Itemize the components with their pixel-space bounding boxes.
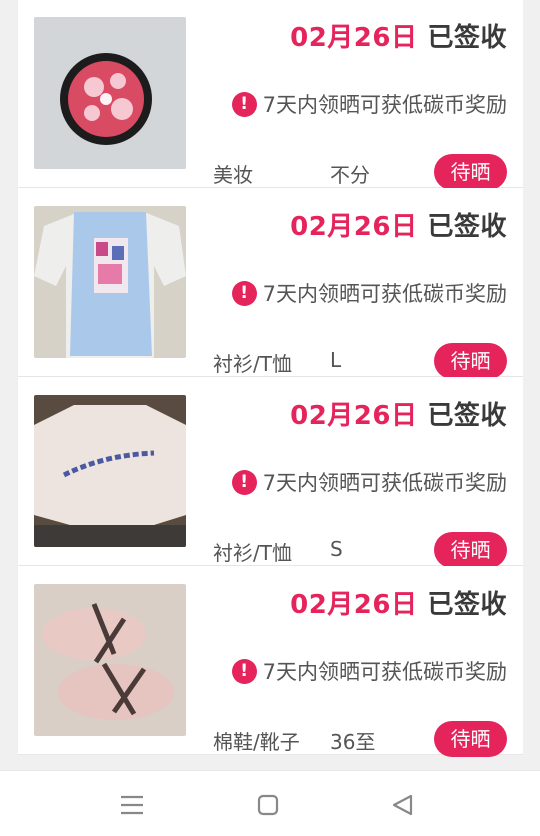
back-triangle-icon[interactable] — [389, 791, 417, 819]
order-date-line: 02月26日 已签收 — [290, 584, 507, 621]
share-pending-button[interactable]: 待晒 — [434, 532, 507, 568]
order-card[interactable]: 02月26日 已签收 ! 7天内领晒可获低碳币奖励 棉鞋/靴子 36至 待晒 — [18, 566, 523, 757]
promo-line: ! 7天内领晒可获低碳币奖励 — [231, 278, 507, 308]
order-date: 02月26日 — [290, 23, 418, 53]
order-status: 已签收 — [427, 590, 507, 620]
order-status: 已签收 — [427, 23, 507, 53]
promo-line: ! 7天内领晒可获低碳币奖励 — [231, 89, 507, 119]
promo-line: ! 7天内领晒可获低碳币奖励 — [231, 656, 507, 686]
product-category: 美妆 — [213, 163, 253, 187]
order-card[interactable]: 02月26日 已签收 ! 7天内领晒可获低碳币奖励 衬衫/T恤 S 待晒 — [18, 377, 523, 568]
product-category: 棉鞋/靴子 — [213, 730, 300, 754]
order-date: 02月26日 — [290, 590, 418, 620]
share-pending-button[interactable]: 待晒 — [434, 154, 507, 190]
promo-text: 7天内领晒可获低碳币奖励 — [262, 282, 507, 306]
order-card[interactable]: 02月26日 已签收 ! 7天内领晒可获低碳币奖励 美妆 不分 待晒 — [18, 0, 523, 190]
order-date-line: 02月26日 已签收 — [290, 17, 507, 54]
warning-icon: ! — [231, 469, 257, 495]
product-size: L — [330, 348, 342, 372]
product-category: 衬衫/T恤 — [213, 541, 292, 565]
order-date: 02月26日 — [290, 401, 418, 431]
order-date: 02月26日 — [290, 212, 418, 242]
product-category: 衬衫/T恤 — [213, 352, 292, 376]
promo-text: 7天内领晒可获低碳币奖励 — [262, 471, 507, 495]
product-thumbnail-white-tshirt[interactable] — [34, 395, 186, 547]
system-navigation-bar — [0, 770, 540, 836]
order-list: 02月26日 已签收 ! 7天内领晒可获低碳币奖励 美妆 不分 待晒 02月26日… — [18, 0, 523, 757]
warning-icon: ! — [231, 280, 257, 306]
promo-text: 7天内领晒可获低碳币奖励 — [262, 93, 507, 117]
menu-icon[interactable] — [118, 791, 146, 819]
order-date-line: 02月26日 已签收 — [290, 395, 507, 432]
order-date-line: 02月26日 已签收 — [290, 206, 507, 243]
product-size: 不分 — [330, 163, 370, 187]
product-thumbnail-tshirt[interactable] — [34, 206, 186, 358]
product-size: 36至 — [330, 730, 376, 754]
order-card[interactable]: 02月26日 已签收 ! 7天内领晒可获低碳币奖励 衬衫/T恤 L 待晒 — [18, 188, 523, 379]
product-thumbnail-makeup[interactable] — [34, 17, 186, 169]
warning-icon: ! — [231, 91, 257, 117]
promo-text: 7天内领晒可获低碳币奖励 — [262, 660, 507, 684]
share-pending-button[interactable]: 待晒 — [434, 721, 507, 757]
home-square-icon[interactable] — [254, 791, 282, 819]
promo-line: ! 7天内领晒可获低碳币奖励 — [231, 467, 507, 497]
order-status: 已签收 — [427, 212, 507, 242]
product-size: S — [330, 537, 343, 561]
order-status: 已签收 — [427, 401, 507, 431]
product-thumbnail-shoes[interactable] — [34, 584, 186, 736]
share-pending-button[interactable]: 待晒 — [434, 343, 507, 379]
warning-icon: ! — [231, 658, 257, 684]
